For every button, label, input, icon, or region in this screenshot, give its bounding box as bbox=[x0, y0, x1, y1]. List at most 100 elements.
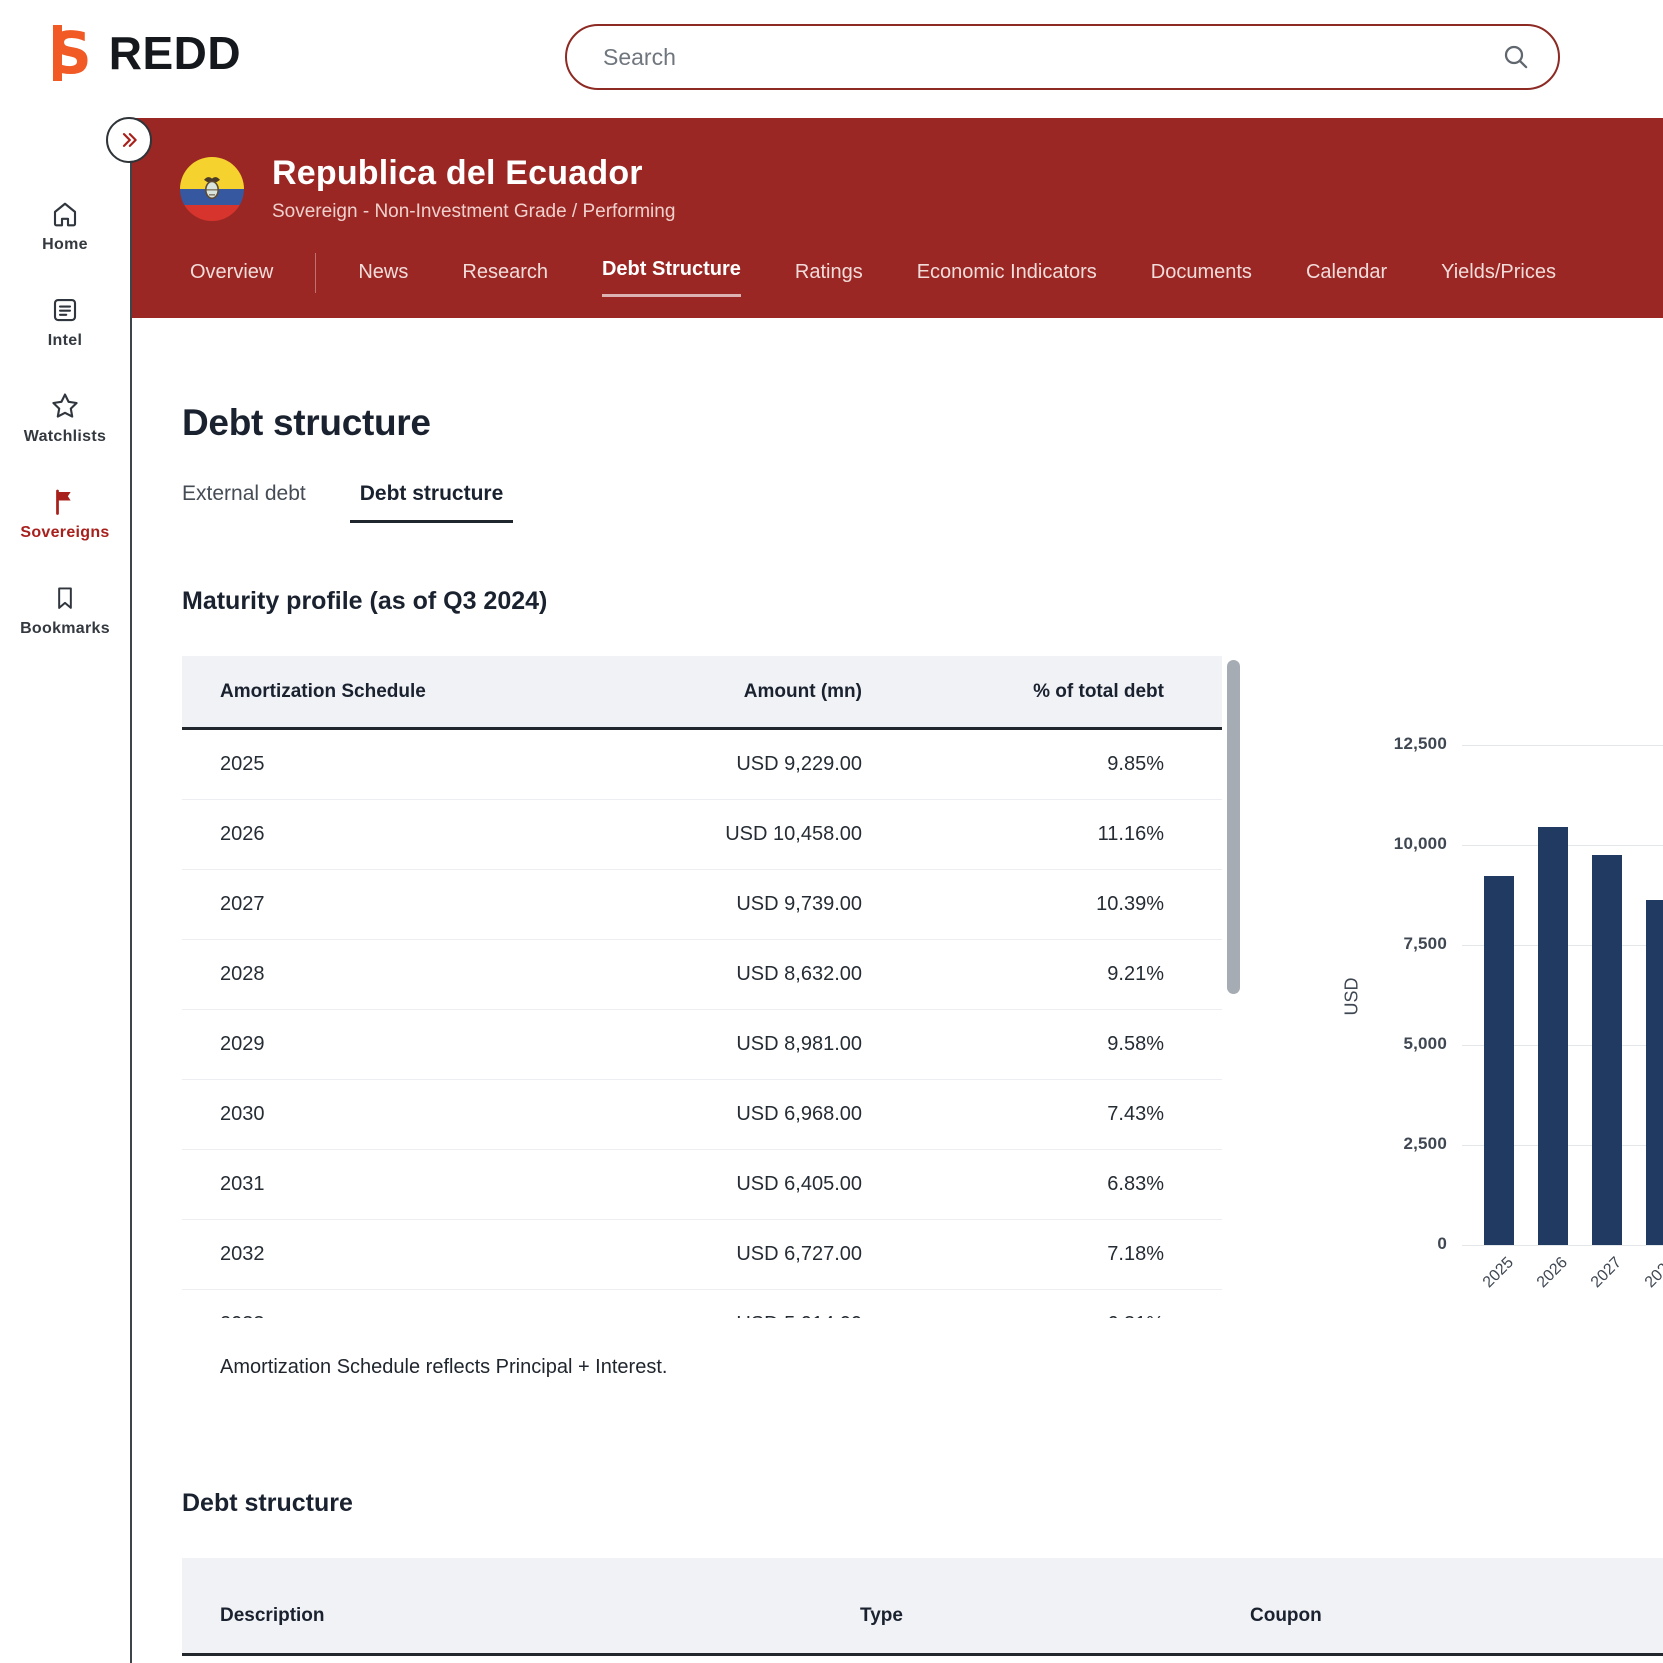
maturity-pct: 7.43% bbox=[862, 1103, 1222, 1126]
maturity-amount: USD 5,914.00 bbox=[562, 1313, 862, 1318]
entity-text: Republica del Ecuador Sovereign - Non-In… bbox=[272, 154, 675, 223]
app-logo[interactable]: S REDD bbox=[53, 24, 241, 82]
page-subtabs: External debt Debt structure bbox=[172, 482, 1663, 523]
entity-tab-news[interactable]: News bbox=[358, 261, 408, 297]
maturity-amount: USD 8,632.00 bbox=[562, 963, 862, 986]
maturity-amount: USD 9,739.00 bbox=[562, 893, 862, 916]
maturity-amount: USD 8,981.00 bbox=[562, 1033, 862, 1056]
entity-subtitle: Sovereign - Non-Investment Grade / Perfo… bbox=[272, 201, 675, 223]
chart-ytick: 10,000 bbox=[1347, 834, 1447, 854]
chart-ytick: 12,500 bbox=[1347, 734, 1447, 754]
entity-tab-economic-indicators[interactable]: Economic Indicators bbox=[917, 261, 1097, 297]
maturity-pct: 9.21% bbox=[862, 963, 1222, 986]
maturity-pct: 11.16% bbox=[862, 823, 1222, 846]
table-scrollbar[interactable] bbox=[1227, 660, 1240, 994]
chart-ytick: 2,500 bbox=[1347, 1134, 1447, 1154]
entity-tab-overview[interactable]: Overview bbox=[190, 261, 273, 297]
subtab-external-debt[interactable]: External debt bbox=[172, 482, 316, 523]
top-bar: S REDD bbox=[0, 0, 1663, 118]
maturity-year: 2032 bbox=[182, 1243, 562, 1266]
entity-header: Republica del Ecuador Sovereign - Non-In… bbox=[132, 118, 1663, 318]
chart-gridline bbox=[1462, 745, 1663, 746]
maturity-amount: USD 6,968.00 bbox=[562, 1103, 862, 1126]
chart-xlabel-2027: 2027 bbox=[1580, 1254, 1625, 1299]
maturity-row-2032: 2032USD 6,727.007.18% bbox=[182, 1219, 1222, 1289]
sidebar-item-intel[interactable]: Intel bbox=[5, 294, 125, 350]
chart-ytick: 0 bbox=[1347, 1234, 1447, 1254]
chart-plot: 202520262027 2028 bbox=[1462, 700, 1663, 1340]
maturity-row-2027: 2027USD 9,739.0010.39% bbox=[182, 869, 1222, 939]
chart-ytick: 5,000 bbox=[1347, 1034, 1447, 1054]
chart-yticks: 02,5005,0007,50010,00012,500 bbox=[1330, 700, 1447, 1300]
search-icon[interactable] bbox=[1500, 41, 1532, 73]
maturity-year: 2026 bbox=[182, 823, 562, 846]
maturity-pct: 10.39% bbox=[862, 893, 1222, 916]
maturity-year: 2031 bbox=[182, 1173, 562, 1196]
maturity-year: 2025 bbox=[182, 753, 562, 776]
subtab-debt-structure[interactable]: Debt structure bbox=[350, 482, 514, 523]
debt-structure-table: Description Type Coupon bbox=[182, 1558, 1663, 1656]
entity-tab-documents[interactable]: Documents bbox=[1151, 261, 1252, 297]
sidebar-item-label: Home bbox=[42, 236, 88, 254]
sidebar-item-sovereigns[interactable]: Sovereigns bbox=[5, 486, 125, 542]
redd-logo-icon: S bbox=[53, 24, 89, 82]
maturity-pct: 6.83% bbox=[862, 1173, 1222, 1196]
entity-tabs: Overview News Research Debt Structure Rating… bbox=[190, 253, 1663, 297]
sidebar-item-label: Intel bbox=[48, 332, 82, 350]
maturity-pct: 9.58% bbox=[862, 1033, 1222, 1056]
maturity-pct: 9.85% bbox=[862, 753, 1222, 776]
maturity-row-2029: 2029USD 8,981.009.58% bbox=[182, 1009, 1222, 1079]
entity-title: Republica del Ecuador bbox=[272, 154, 675, 193]
search-box[interactable] bbox=[565, 24, 1560, 90]
sidebar-item-home[interactable]: Home bbox=[5, 198, 125, 254]
maturity-amount: USD 6,405.00 bbox=[562, 1173, 862, 1196]
maturity-table: Amortization Schedule Amount (mn) % of t… bbox=[182, 656, 1222, 1318]
sidebar-item-watchlists[interactable]: Watchlists bbox=[5, 390, 125, 446]
sidebar-item-bookmarks[interactable]: Bookmarks bbox=[5, 582, 125, 638]
maturity-table-body: 2025USD 9,229.009.85%2026USD 10,458.0011… bbox=[182, 730, 1222, 1318]
page-title: Debt structure bbox=[182, 402, 1663, 444]
sovereigns-flag-icon bbox=[50, 486, 80, 518]
maturity-year: 2029 bbox=[182, 1033, 562, 1056]
maturity-row-2026: 2026USD 10,458.0011.16% bbox=[182, 799, 1222, 869]
debt-structure-table-header: Description Type Coupon bbox=[182, 1605, 1663, 1627]
tab-divider bbox=[315, 253, 316, 293]
maturity-heading: Maturity profile (as of Q3 2024) bbox=[182, 587, 1663, 616]
column-header-amortization-schedule: Amortization Schedule bbox=[182, 681, 562, 703]
column-header-description: Description bbox=[182, 1605, 860, 1627]
column-header-pct-total-debt: % of total debt bbox=[862, 681, 1222, 703]
entity-tab-calendar[interactable]: Calendar bbox=[1306, 261, 1387, 297]
maturity-row-2028: 2028USD 8,632.009.21% bbox=[182, 939, 1222, 1009]
entity-tab-debt-structure[interactable]: Debt Structure bbox=[602, 258, 741, 297]
maturity-year: 2030 bbox=[182, 1103, 562, 1126]
sidebar-nav: Home Intel Watchlists Sovereigns Bookmarks bbox=[0, 198, 130, 638]
search-input[interactable] bbox=[601, 43, 1500, 72]
column-header-amount: Amount (mn) bbox=[562, 681, 862, 703]
chart-xlabel-2025: 2025 bbox=[1472, 1254, 1517, 1299]
watchlists-star-icon bbox=[49, 390, 81, 422]
entity-tab-yields-prices[interactable]: Yields/Prices bbox=[1441, 261, 1556, 297]
column-header-coupon: Coupon bbox=[1250, 1605, 1663, 1627]
chart-bar-2026 bbox=[1538, 827, 1568, 1245]
chart-gridline bbox=[1462, 1245, 1663, 1246]
home-icon bbox=[50, 198, 80, 230]
sidebar-collapse-button[interactable] bbox=[106, 117, 152, 163]
maturity-table-header: Amortization Schedule Amount (mn) % of t… bbox=[182, 656, 1222, 730]
chart-bar-2028 bbox=[1646, 900, 1663, 1245]
entity-tab-research[interactable]: Research bbox=[462, 261, 548, 297]
maturity-amount: USD 6,727.00 bbox=[562, 1243, 862, 1266]
chart-bar-2027 bbox=[1592, 855, 1622, 1245]
maturity-pct: 6.31% bbox=[862, 1313, 1222, 1318]
entity-row: Republica del Ecuador Sovereign - Non-In… bbox=[180, 154, 1663, 223]
maturity-year: 2028 bbox=[182, 963, 562, 986]
maturity-amount: USD 10,458.00 bbox=[562, 823, 862, 846]
maturity-year: 2027 bbox=[182, 893, 562, 916]
maturity-row-2025: 2025USD 9,229.009.85% bbox=[182, 730, 1222, 799]
column-header-type: Type bbox=[860, 1605, 1250, 1627]
bookmarks-icon bbox=[51, 582, 79, 614]
maturity-row-2030: 2030USD 6,968.007.43% bbox=[182, 1079, 1222, 1149]
entity-tab-ratings[interactable]: Ratings bbox=[795, 261, 863, 297]
chart-xlabel-2026: 2026 bbox=[1526, 1254, 1571, 1299]
maturity-row-2031: 2031USD 6,405.006.83% bbox=[182, 1149, 1222, 1219]
chart-xlabel-2028: 2028 bbox=[1634, 1254, 1663, 1299]
